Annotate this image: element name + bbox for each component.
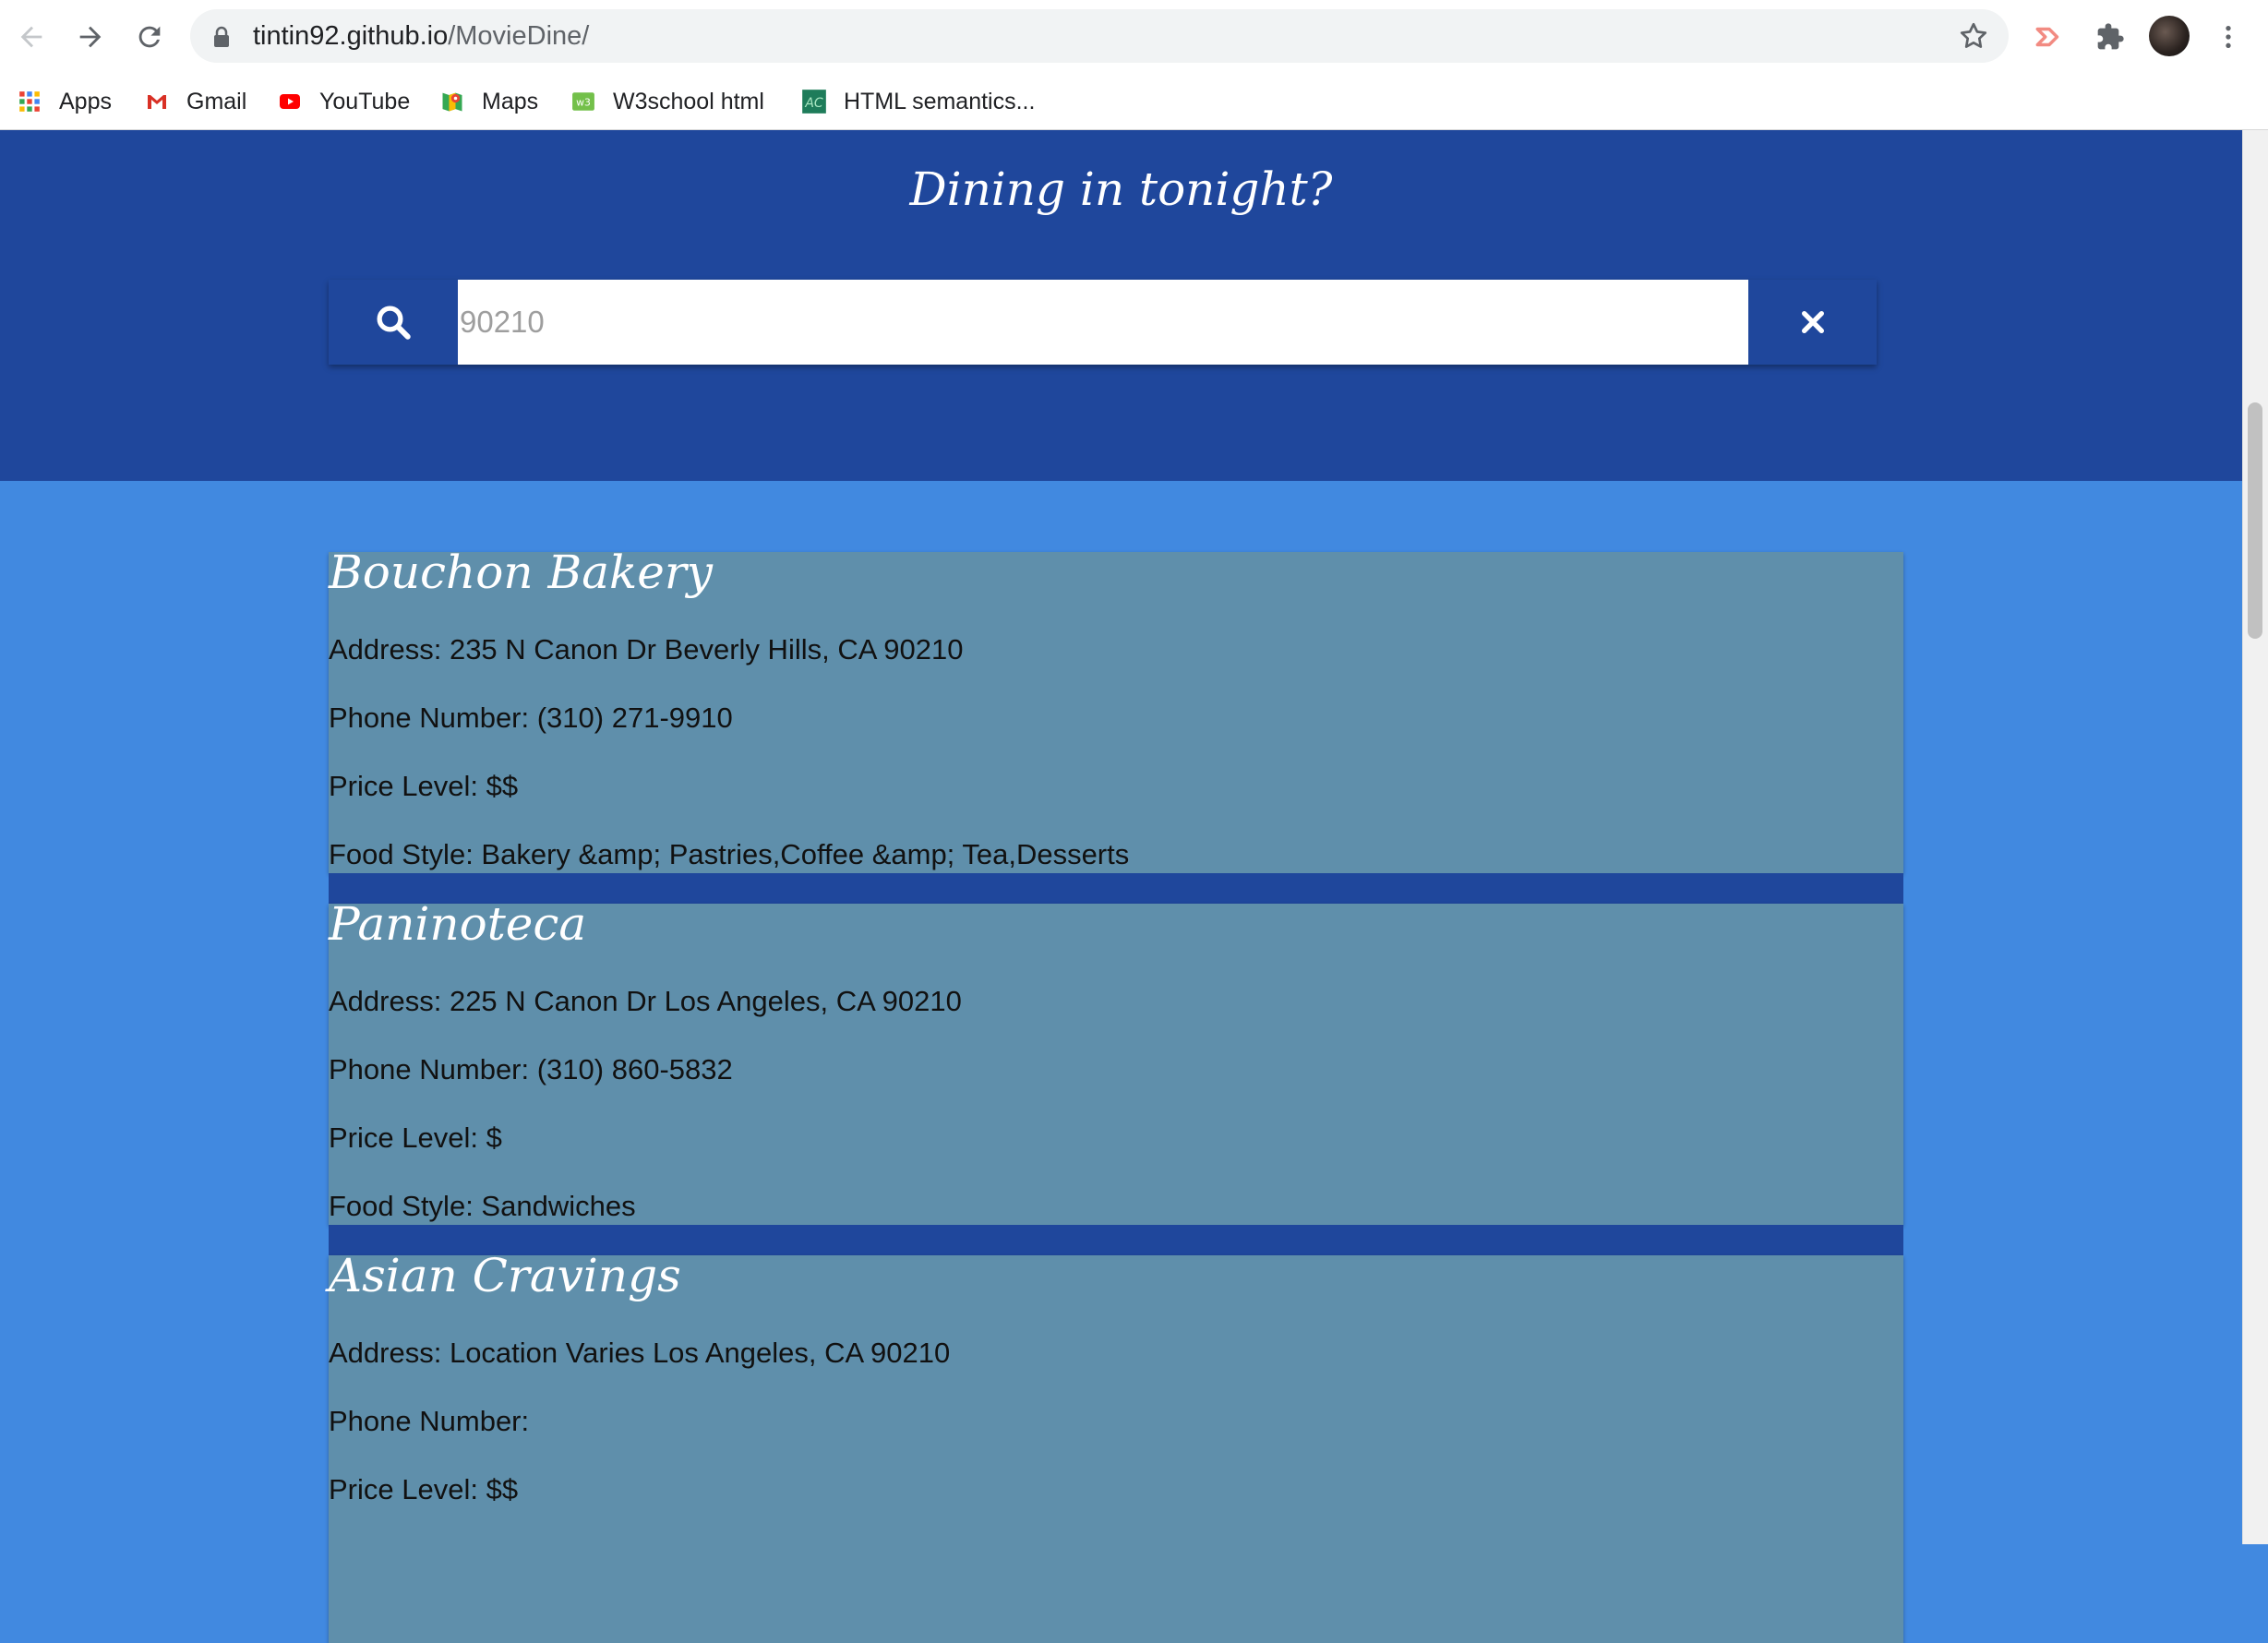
restaurant-name: Asian Cravings bbox=[329, 1249, 681, 1302]
back-button[interactable] bbox=[11, 17, 52, 57]
restaurant-address: Address: Location Varies Los Angeles, CA… bbox=[329, 1337, 951, 1369]
extension-cast-icon[interactable] bbox=[2029, 17, 2070, 57]
html-semantics-icon: AC bbox=[801, 89, 827, 114]
forward-button[interactable] bbox=[70, 17, 111, 57]
profile-avatar[interactable] bbox=[2149, 16, 2190, 56]
lock-icon bbox=[214, 26, 229, 47]
restaurant-card[interactable]: Bouchon Bakery Address: 235 N Canon Dr B… bbox=[329, 546, 1903, 873]
restaurant-phone: Phone Number: (310) 271-9910 bbox=[329, 702, 733, 734]
bookmark-star-icon[interactable] bbox=[1957, 19, 1990, 53]
restaurant-price: Price Level: $$ bbox=[329, 770, 519, 802]
apps-grid-icon bbox=[17, 89, 42, 114]
restaurant-phone: Phone Number: bbox=[329, 1405, 530, 1437]
url-text: tintin92.github.io/MovieDine/ bbox=[253, 20, 589, 52]
search-icon bbox=[377, 306, 411, 340]
address-bar[interactable]: tintin92.github.io/MovieDine/ bbox=[190, 9, 2009, 63]
maps-icon bbox=[439, 89, 465, 114]
clear-search-button[interactable] bbox=[1748, 280, 1877, 365]
restaurant-name: Paninoteca bbox=[329, 897, 587, 951]
restaurant-phone: Phone Number: (310) 860-5832 bbox=[329, 1053, 733, 1085]
restaurant-price: Price Level: $ bbox=[329, 1121, 502, 1154]
scrollbar-thumb[interactable] bbox=[2248, 402, 2262, 639]
bookmark-label: Gmail bbox=[186, 88, 247, 114]
page-scrollbar[interactable] bbox=[2242, 130, 2268, 1544]
restaurant-card[interactable]: Paninoteca Address: 225 N Canon Dr Los A… bbox=[329, 897, 1903, 1225]
browser-chrome: tintin92.github.io/MovieDine/ Apps Gmail… bbox=[0, 0, 2268, 130]
restaurant-food-style: Food Style: Bakery &amp; Pastries,Coffee… bbox=[329, 838, 1130, 870]
bookmark-label: Apps bbox=[59, 88, 112, 114]
bookmark-w3school[interactable]: w3 W3school html bbox=[570, 83, 764, 120]
restaurant-food-style: Food Style: Sandwiches bbox=[329, 1190, 636, 1222]
bookmark-youtube[interactable]: YouTube bbox=[277, 83, 410, 120]
search-button[interactable] bbox=[329, 280, 458, 365]
back-arrow-icon bbox=[20, 26, 42, 48]
svg-text:w3: w3 bbox=[576, 96, 591, 108]
bookmark-html-semantics[interactable]: AC HTML semantics... bbox=[801, 83, 1035, 120]
bookmark-maps[interactable]: Maps bbox=[439, 83, 538, 120]
restaurant-card[interactable]: Asian Cravings Address: Location Varies … bbox=[329, 1249, 1903, 1643]
restaurant-price: Price Level: $$ bbox=[329, 1473, 519, 1505]
gmail-icon bbox=[144, 89, 170, 114]
bookmark-label: YouTube bbox=[319, 88, 411, 114]
restaurant-address: Address: 235 N Canon Dr Beverly Hills, C… bbox=[329, 633, 964, 666]
close-icon bbox=[1801, 311, 1824, 333]
bookmark-label: W3school html bbox=[613, 88, 764, 114]
bookmark-label: Maps bbox=[482, 88, 539, 114]
w3schools-icon: w3 bbox=[570, 89, 596, 114]
url-path: /MovieDine/ bbox=[448, 21, 590, 51]
page-title: Dining in tonight? bbox=[909, 162, 1333, 216]
bookmark-label: HTML semantics... bbox=[844, 88, 1036, 114]
restaurant-name: Bouchon Bakery bbox=[329, 546, 714, 599]
reload-button[interactable] bbox=[129, 17, 170, 57]
forward-arrow-icon bbox=[79, 26, 102, 48]
bookmarks-bar: Apps Gmail YouTube Maps w3 W3school html bbox=[0, 74, 2268, 129]
youtube-icon bbox=[277, 89, 303, 114]
reload-icon bbox=[138, 26, 161, 48]
search-bar bbox=[329, 280, 1877, 365]
extensions-puzzle-icon[interactable] bbox=[2090, 17, 2130, 57]
restaurant-address: Address: 225 N Canon Dr Los Angeles, CA … bbox=[329, 985, 962, 1017]
bookmark-gmail[interactable]: Gmail bbox=[144, 83, 246, 120]
url-host: tintin92.github.io bbox=[253, 21, 449, 51]
browser-menu-icon[interactable] bbox=[2208, 17, 2249, 57]
browser-toolbar: tintin92.github.io/MovieDine/ bbox=[0, 0, 2268, 74]
svg-text:AC: AC bbox=[804, 96, 823, 111]
bookmark-apps[interactable]: Apps bbox=[17, 83, 112, 120]
zip-search-input[interactable] bbox=[458, 280, 1748, 365]
